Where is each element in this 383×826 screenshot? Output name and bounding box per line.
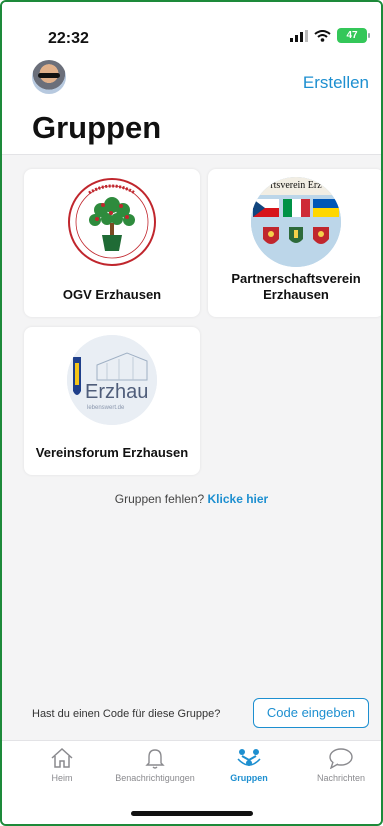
ogv-logo	[67, 177, 157, 267]
create-button[interactable]: Erstellen	[303, 73, 369, 93]
home-icon	[51, 747, 73, 768]
tab-label: Benachrichtigungen	[115, 773, 195, 783]
tab-bar: Heim Benachrichtigungen Gruppen Nachrich…	[2, 740, 381, 824]
battery-icon: 47	[337, 28, 370, 43]
chat-bubble-icon	[329, 748, 353, 769]
status-time: 22:32	[48, 30, 89, 47]
app-screen: 22:32 47 Erstellen Gruppen OGV Erzhausen…	[0, 0, 383, 826]
group-name: Vereinsforum Erzhausen	[35, 445, 189, 460]
tab-label: Gruppen	[230, 773, 268, 783]
click-here-link[interactable]: Klicke hier	[208, 492, 269, 506]
groups-icon	[237, 749, 261, 766]
status-icons: 47	[290, 28, 370, 43]
group-name: Partnerschaftsverein Erzhausen	[231, 271, 361, 302]
vereinsforum-logo: Erzhau lebenswert.de	[67, 335, 157, 425]
avatar-glasses	[38, 73, 60, 78]
page-title: Gruppen	[32, 110, 162, 145]
tab-messages[interactable]: Nachrichten	[296, 747, 381, 783]
code-row: Hast du einen Code für diese Gruppe? Cod…	[2, 694, 381, 736]
group-name: OGV Erzhausen	[62, 287, 162, 302]
tab-home[interactable]: Heim	[17, 747, 107, 783]
missing-groups-hint: Gruppen fehlen? Klicke hier	[2, 492, 381, 506]
tab-groups[interactable]: Gruppen	[204, 747, 294, 783]
wifi-icon	[314, 29, 331, 42]
tab-label: Heim	[51, 773, 73, 783]
avatar[interactable]	[32, 60, 66, 94]
vereinsforum-logo-text: Erzhau	[85, 381, 149, 403]
enter-code-button[interactable]: Code eingeben	[253, 698, 369, 728]
group-card-vereinsforum[interactable]: Erzhau lebenswert.de Vereinsforum Erzhau…	[24, 327, 200, 475]
tab-notifications[interactable]: Benachrichtigungen	[110, 747, 200, 783]
vereinsforum-logo-subtext: lebenswert.de	[87, 405, 125, 411]
header: 22:32 47 Erstellen Gruppen	[2, 2, 381, 155]
signal-icon	[290, 29, 308, 42]
missing-groups-text: Gruppen fehlen?	[114, 492, 205, 506]
status-bar: 22:32 47	[2, 2, 381, 47]
code-prompt: Hast du einen Code für diese Gruppe?	[32, 708, 221, 720]
tab-label: Nachrichten	[316, 773, 366, 783]
group-card-ogv[interactable]: OGV Erzhausen	[24, 169, 200, 317]
partnerschaftsverein-logo-text: rtsverein Erz	[270, 180, 322, 191]
partnerschaftsverein-logo: rtsverein Erz	[251, 177, 341, 267]
bell-icon	[145, 749, 165, 769]
group-card-partnerschaftsverein[interactable]: rtsverein Erz Partnerschaftsverein Erzha…	[208, 169, 381, 317]
home-indicator	[130, 811, 253, 816]
